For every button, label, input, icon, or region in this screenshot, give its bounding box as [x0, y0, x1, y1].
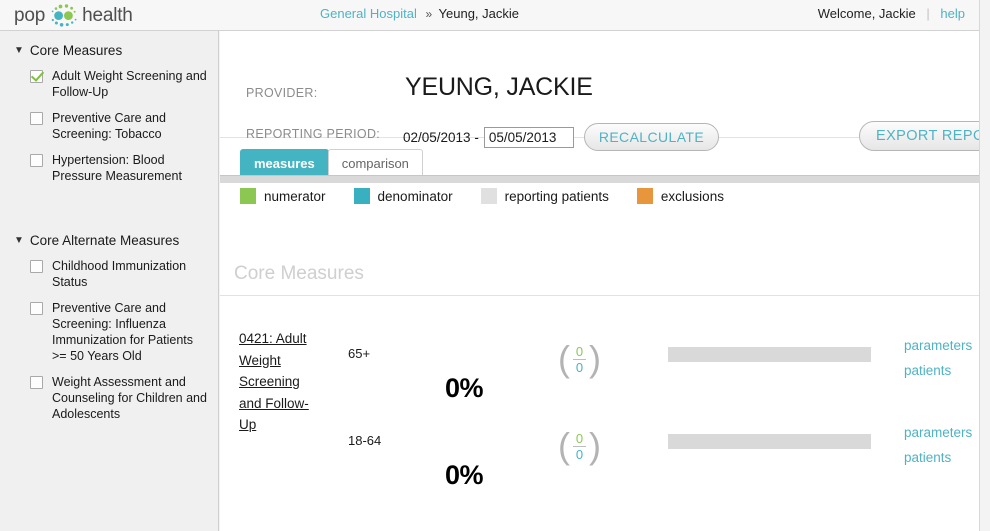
measure-percentage: 0%	[445, 460, 484, 490]
sidebar-item-label: Hypertension: Blood Pressure Measurement	[52, 153, 182, 183]
export-report-button[interactable]: EXPORT REPORT	[859, 121, 979, 151]
fraction-numerator: 0	[575, 343, 584, 359]
legend-swatch-exclusions-icon	[636, 188, 653, 204]
logo-text-pop: pop	[14, 5, 46, 26]
provider-label: PROVIDER:	[246, 86, 318, 100]
sidebar-group-title: Core Alternate Measures	[29, 233, 180, 248]
measure-fraction: ( 0 0 )	[558, 338, 601, 379]
legend-item-numerator: numerator	[240, 188, 326, 204]
sidebar-item-childhood-immunization[interactable]: Childhood Immunization Status	[0, 253, 218, 295]
legend-swatch-reporting-patients-icon	[480, 188, 497, 204]
checkbox-icon[interactable]	[30, 376, 43, 389]
legend-label: numerator	[264, 188, 326, 204]
top-header-bar: pop health General Hospital » Yeung, Jac…	[0, 0, 979, 31]
dot-circle-logo-icon	[47, 3, 81, 29]
section-title-core-measures: Core Measures	[234, 263, 364, 284]
paren-open-icon: (	[558, 425, 570, 466]
reporting-period-label: REPORTING PERIOD:	[246, 127, 381, 141]
checkbox-checked-icon[interactable]	[30, 70, 43, 83]
page-scroll-gutter[interactable]	[979, 0, 990, 531]
sidebar-item-adult-weight-screening[interactable]: Adult Weight Screening and Follow-Up	[0, 63, 218, 105]
measure-row-links: parameters patients	[904, 420, 972, 470]
paren-close-icon: )	[589, 425, 601, 466]
measure-row: 65+ 0% ( 0 0 ) parameters patients	[220, 321, 979, 408]
tab-comparison[interactable]: comparison	[327, 149, 423, 178]
reporting-patients-bar	[668, 434, 871, 449]
checkbox-icon[interactable]	[30, 154, 43, 167]
caret-down-icon: ▼	[14, 45, 24, 56]
measure-percentage: 0%	[445, 373, 484, 403]
legend-label: reporting patients	[504, 188, 609, 204]
sidebar-measure-list: ▼ Core Measures Adult Weight Screening a…	[0, 31, 219, 531]
breadcrumb-organization-link[interactable]: General Hospital	[320, 6, 417, 21]
sidebar-group-header-core-measures[interactable]: ▼ Core Measures	[0, 31, 218, 63]
sidebar-group-core-measures: ▼ Core Measures Adult Weight Screening a…	[0, 31, 218, 189]
legend-swatch-numerator-icon	[240, 188, 256, 204]
measure-row: 18-64 0% ( 0 0 ) parameters patients	[220, 408, 979, 495]
checkbox-icon[interactable]	[30, 112, 43, 125]
sidebar-item-hypertension-bp[interactable]: Hypertension: Blood Pressure Measurement	[0, 147, 218, 189]
reporting-patients-bar	[668, 347, 871, 362]
legend-label: exclusions	[660, 188, 724, 204]
age-band-label: 18-64	[348, 433, 382, 448]
provider-summary-block: PROVIDER: YEUNG, JACKIE REPORTING PERIOD…	[220, 31, 979, 151]
reporting-period-controls: 02/05/2013 - RECALCULATE	[403, 123, 720, 151]
breadcrumb-current-provider: Yeung, Jackie	[438, 6, 520, 21]
sidebar-item-label: Adult Weight Screening and Follow-Up	[52, 69, 207, 99]
tab-measures[interactable]: measures	[240, 149, 329, 178]
application-window: pop health General Hospital » Yeung, Jac…	[0, 0, 990, 531]
recalculate-button[interactable]: RECALCULATE	[583, 123, 720, 151]
checkbox-icon[interactable]	[30, 302, 43, 315]
view-tabs: measures comparison	[240, 149, 423, 178]
sidebar-group-title: Core Measures	[29, 43, 123, 58]
sidebar-item-label: Weight Assessment and Counseling for Chi…	[52, 375, 207, 421]
tab-divider	[220, 175, 979, 183]
legend-label: denominator	[377, 188, 453, 204]
header-divider: |	[926, 6, 930, 21]
patients-link[interactable]: patients	[904, 358, 972, 383]
paren-close-icon: )	[589, 338, 601, 379]
age-band-label: 65+	[348, 346, 371, 361]
reporting-period-end-date-input[interactable]	[483, 126, 574, 148]
legend-item-reporting-patients: reporting patients	[480, 188, 609, 204]
legend-item-denominator: denominator	[353, 188, 453, 204]
fraction-denominator: 0	[575, 359, 584, 375]
measure-row-links: parameters patients	[904, 333, 972, 383]
sidebar-item-label: Childhood Immunization Status	[52, 259, 187, 289]
provider-name: YEUNG, JACKIE	[405, 73, 593, 101]
help-link[interactable]: help	[940, 6, 965, 21]
measure-fraction: ( 0 0 )	[558, 425, 601, 466]
sidebar-item-label: Preventive Care and Screening: Tobacco	[52, 111, 166, 141]
sidebar-item-weight-assessment-children[interactable]: Weight Assessment and Counseling for Chi…	[0, 369, 218, 427]
logo-text-health: health	[82, 5, 133, 26]
breadcrumb-separator-icon: »	[425, 7, 433, 21]
sidebar-item-preventive-influenza[interactable]: Preventive Care and Screening: Influenza…	[0, 295, 218, 369]
parameters-link[interactable]: parameters	[904, 333, 972, 358]
breadcrumb: General Hospital » Yeung, Jackie	[320, 6, 519, 21]
sidebar-group-header-core-alternate-measures[interactable]: ▼ Core Alternate Measures	[0, 221, 218, 253]
sidebar-item-label: Preventive Care and Screening: Influenza…	[52, 301, 194, 363]
fraction-values: 0 0	[573, 431, 586, 462]
chart-legend: numerator denominator reporting patients…	[240, 188, 752, 204]
sidebar-item-preventive-tobacco[interactable]: Preventive Care and Screening: Tobacco	[0, 105, 218, 147]
legend-swatch-denominator-icon	[353, 188, 370, 204]
legend-item-exclusions: exclusions	[636, 188, 724, 204]
pophealth-logo[interactable]: pop health	[14, 2, 133, 30]
sidebar-group-core-alternate-measures: ▼ Core Alternate Measures Childhood Immu…	[0, 221, 218, 427]
main-content-panel: PROVIDER: YEUNG, JACKIE REPORTING PERIOD…	[220, 31, 979, 531]
header-account-area: Welcome, Jackie | help	[818, 6, 965, 21]
reporting-period-start-date: 02/05/2013 -	[403, 129, 479, 145]
fraction-denominator: 0	[575, 446, 584, 462]
fraction-numerator: 0	[575, 430, 584, 446]
paren-open-icon: (	[558, 338, 570, 379]
section-divider	[220, 295, 979, 296]
checkbox-icon[interactable]	[30, 260, 43, 273]
parameters-link[interactable]: parameters	[904, 420, 972, 445]
welcome-text: Welcome, Jackie	[817, 6, 916, 21]
patients-link[interactable]: patients	[904, 445, 972, 470]
caret-down-icon: ▼	[14, 235, 24, 246]
fraction-values: 0 0	[573, 344, 586, 375]
